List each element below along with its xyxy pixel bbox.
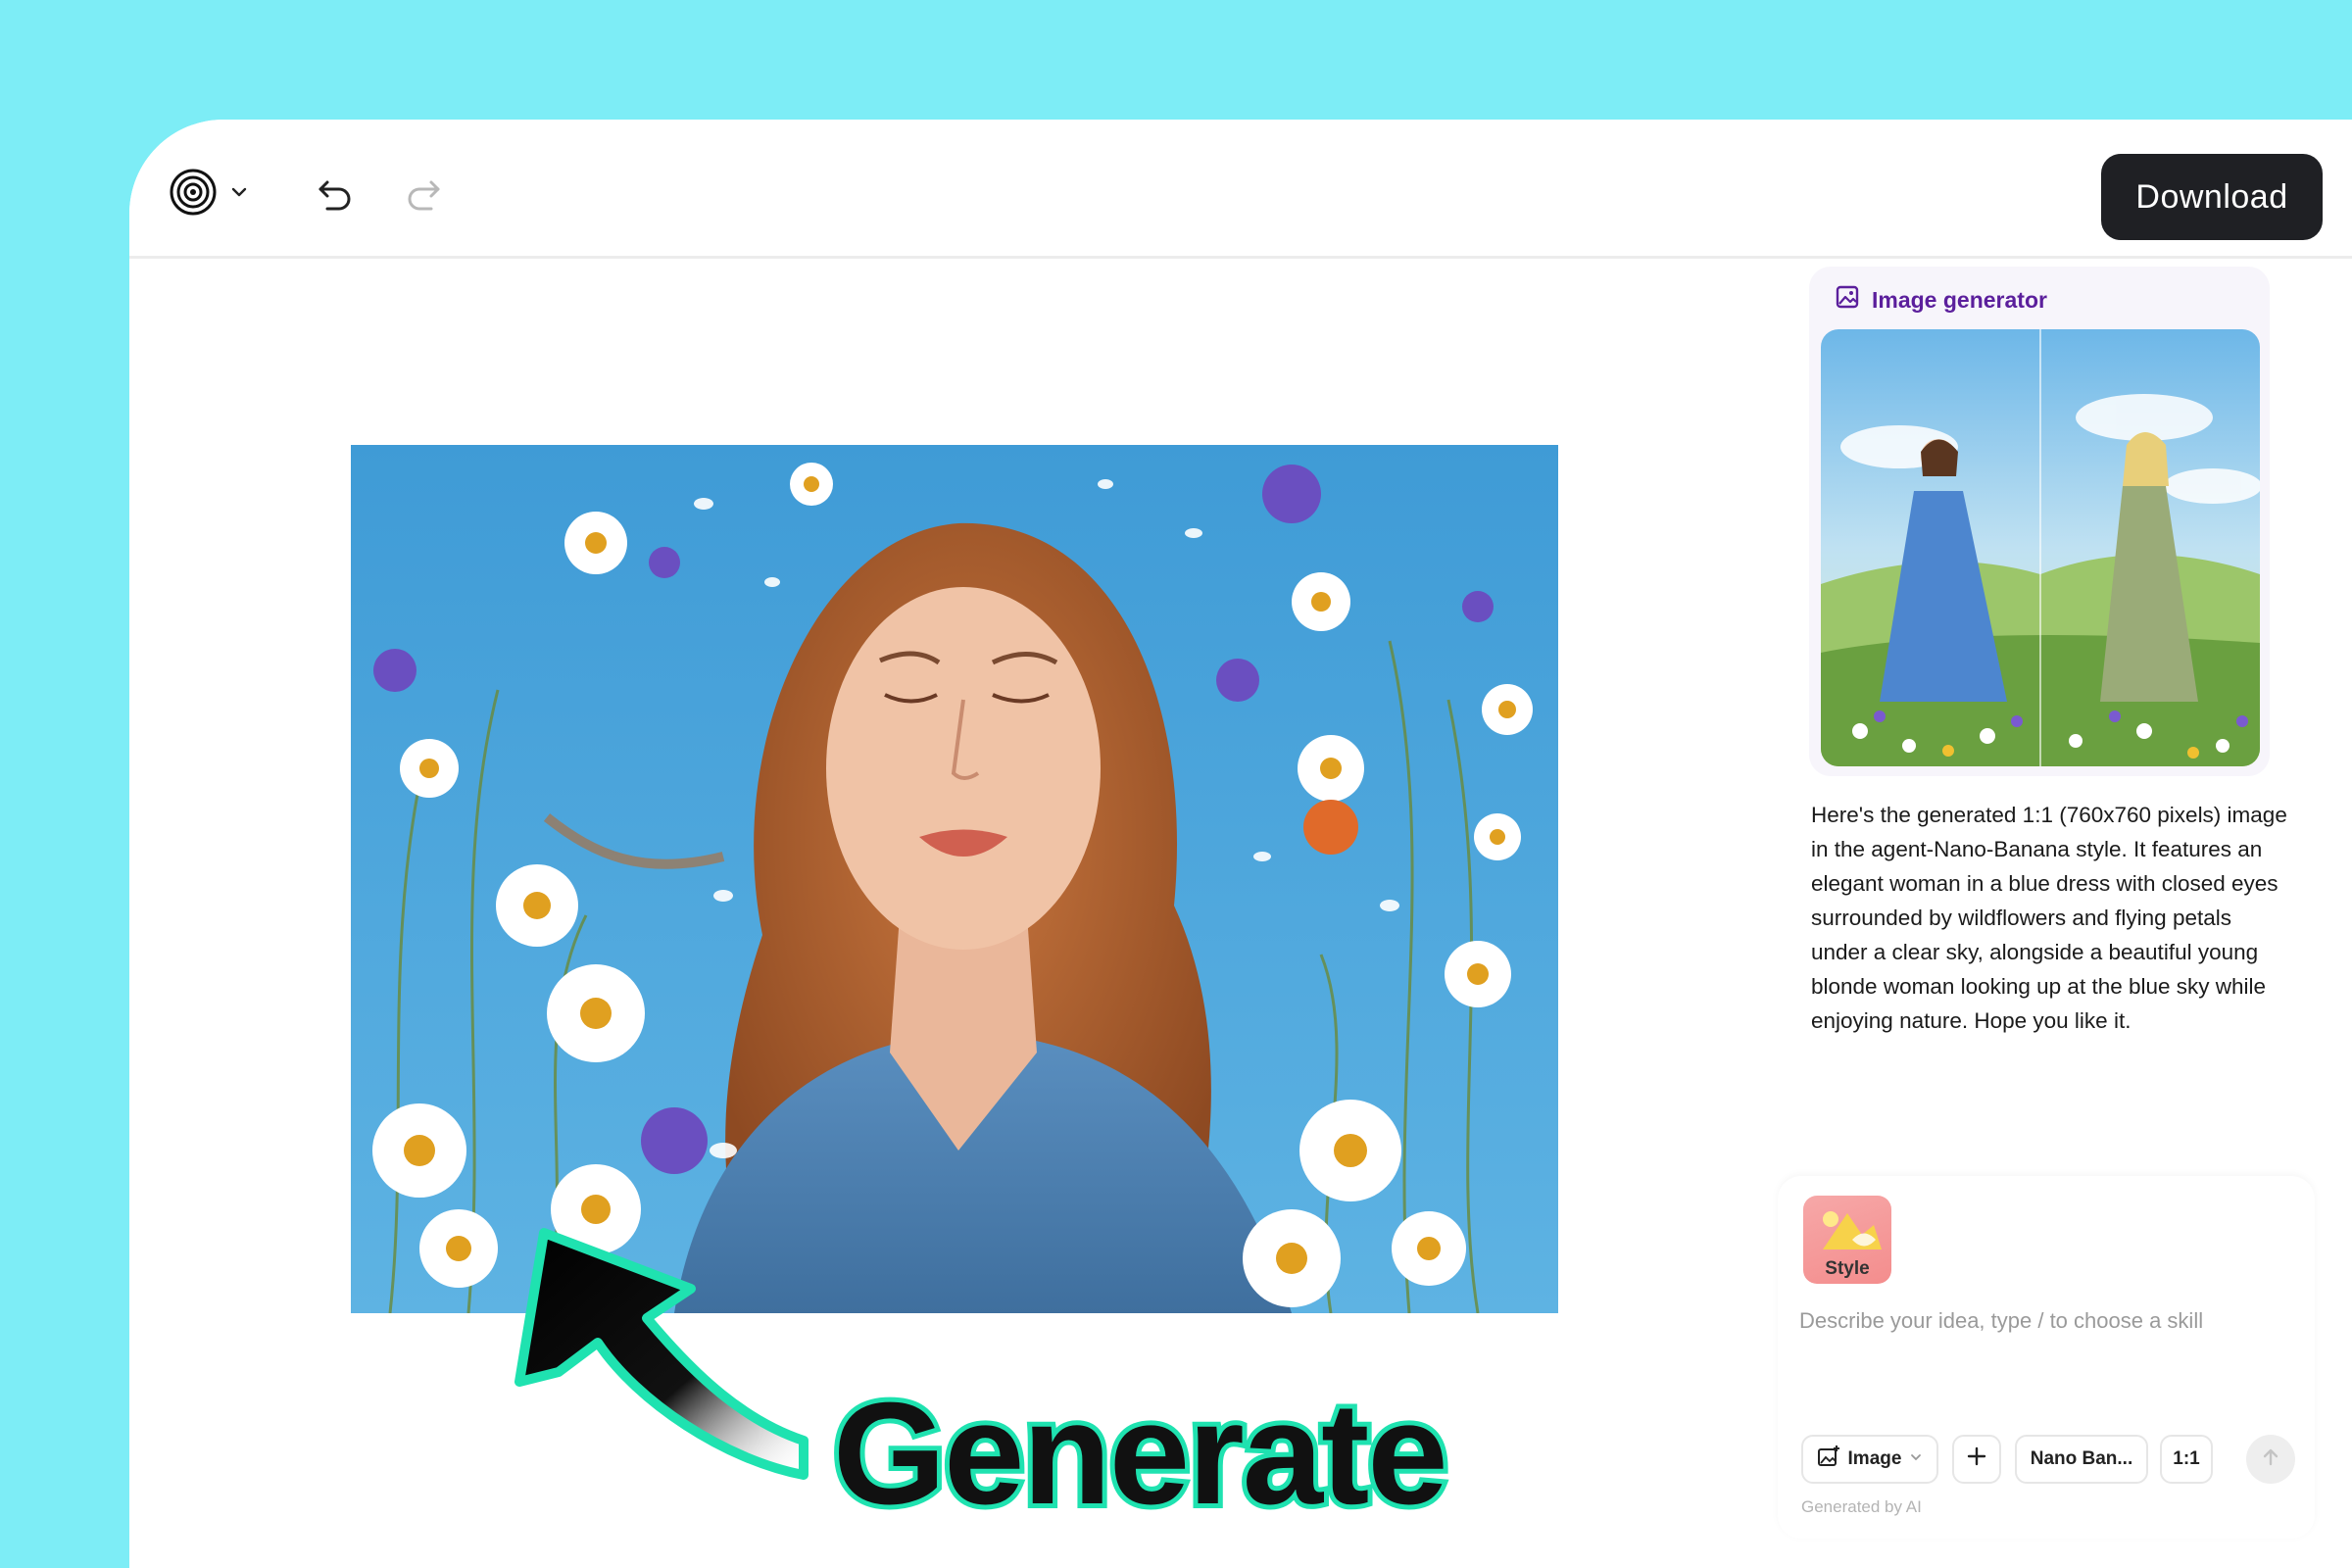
prompt-composer: Style Image xyxy=(1778,1176,2315,1539)
chevron-down-icon xyxy=(1909,1448,1923,1470)
undo-button[interactable] xyxy=(312,172,359,220)
redo-icon xyxy=(404,174,443,219)
add-button[interactable] xyxy=(1952,1435,2001,1484)
image-generator-header: Image generator xyxy=(1835,284,2047,316)
image-add-icon xyxy=(1817,1445,1840,1474)
image-generator-title: Image generator xyxy=(1872,286,2047,313)
image-generator-card[interactable]: Image generator xyxy=(1809,267,2270,776)
redo-button[interactable] xyxy=(400,172,447,220)
image-mode-dropdown[interactable]: Image xyxy=(1801,1435,1938,1484)
model-selector[interactable]: Nano Ban... xyxy=(2015,1435,2148,1484)
top-toolbar: Download xyxy=(129,120,2352,259)
ratio-label: 1:1 xyxy=(2173,1448,2200,1469)
download-button[interactable]: Download xyxy=(2101,154,2323,240)
plus-icon xyxy=(1965,1445,1988,1474)
pointer-arrow-annotation xyxy=(490,1215,823,1504)
image-icon xyxy=(1835,284,1860,316)
arrow-up-icon xyxy=(2259,1446,2282,1474)
generated-image[interactable] xyxy=(351,445,1558,1313)
model-label: Nano Ban... xyxy=(2030,1448,2133,1469)
spiral-logo-icon xyxy=(169,168,218,221)
style-chip-label: Style xyxy=(1825,1258,1870,1279)
generated-by-ai-note: Generated by AI xyxy=(1801,1497,1922,1516)
logo-menu-button[interactable] xyxy=(169,167,259,221)
app-window: Download Image generator Here's the gene… xyxy=(129,120,2352,1568)
aspect-ratio-selector[interactable]: 1:1 xyxy=(2160,1435,2213,1484)
style-chip[interactable]: Style xyxy=(1803,1196,1891,1284)
prompt-input[interactable] xyxy=(1799,1301,2289,1341)
image-mode-label: Image xyxy=(1847,1448,1902,1469)
assistant-response-text: Here's the generated 1:1 (760x760 pixels… xyxy=(1811,803,2287,1033)
generate-annotation-text: Generate xyxy=(828,1373,1453,1535)
chevron-down-icon xyxy=(229,182,249,207)
undo-icon xyxy=(316,174,355,219)
generated-thumbnail[interactable] xyxy=(1821,329,2260,766)
send-button[interactable] xyxy=(2246,1435,2295,1484)
